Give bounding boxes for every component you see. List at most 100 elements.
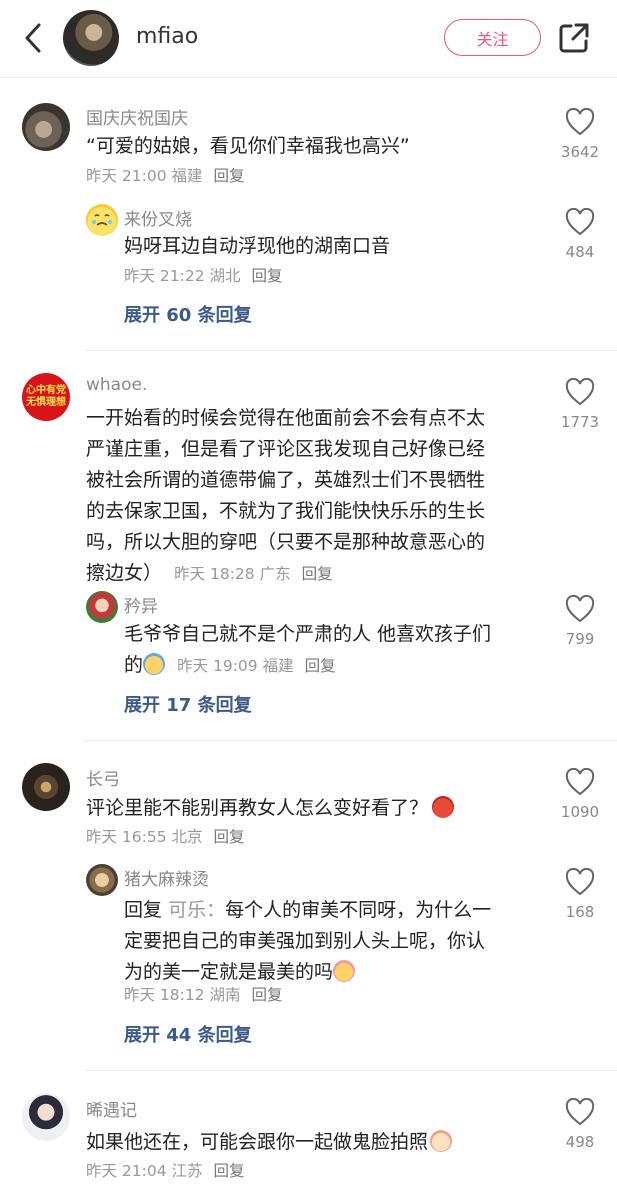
comment-time: 昨天 21:00 — [86, 167, 167, 185]
share-button[interactable] — [556, 20, 592, 56]
avatar-text: 无惧理想 — [26, 397, 66, 408]
reply-line: 毛爷爷自己就不是个严肃的人 他喜欢孩子们 — [124, 623, 492, 645]
like-count: 3642 — [560, 143, 600, 161]
replier-name[interactable]: 矜异 — [124, 592, 158, 617]
comment-line: 擦边女） — [86, 562, 163, 584]
reply-line: 定要把自己的审美强加到别人头上呢，你认 — [124, 930, 486, 952]
comment-line: 的去保家卫国，不就为了我们能快快乐乐的生长 — [86, 500, 486, 522]
like-button[interactable] — [560, 108, 600, 136]
reply-meta: 昨天 18:12 湖南 回复 — [124, 983, 283, 1005]
like-button[interactable] — [560, 768, 600, 796]
commenter-name[interactable]: 国庆庆祝国庆 — [86, 104, 188, 129]
like-button[interactable] — [560, 595, 600, 623]
comment-text[interactable]: 一开始看的时候会觉得在他面前会不会有点不太 严谨庄重，但是看了评论区我发现自己好… — [86, 403, 546, 590]
crying-face-icon — [92, 214, 112, 226]
commenter-avatar[interactable]: 心中有党 无惧理想 — [22, 373, 70, 421]
angry-face-icon — [432, 796, 455, 818]
replier-name[interactable]: 猪大麻辣烫 — [124, 865, 209, 890]
comment-text[interactable]: 如果他还在，可能会跟你一起做鬼脸拍照 — [86, 1127, 453, 1158]
comment-divider — [85, 740, 617, 741]
reply-meta: 昨天 21:22 湖北 回复 — [124, 264, 283, 286]
reply-location: 福建 — [262, 657, 294, 675]
like-count: 168 — [565, 903, 595, 921]
expand-replies-link[interactable]: 展开 44 条回复 — [124, 1021, 252, 1047]
reply-time: 昨天 21:22 — [124, 267, 205, 285]
author-name[interactable]: mfiao — [136, 24, 198, 49]
reply-text[interactable]: 回复 可乐：每个人的审美不同呀，为什么一 定要把自己的审美强加到别人头上呢，你认… — [124, 895, 544, 988]
comment-line: 如果他还在，可能会跟你一起做鬼脸拍照 — [86, 1131, 429, 1153]
like-button[interactable] — [560, 868, 600, 896]
reply-line: 回复 可乐：每个人的审美不同呀，为什么一 — [124, 895, 544, 926]
reply-location: 湖南 — [209, 986, 241, 1004]
expand-replies-link[interactable]: 展开 17 条回复 — [124, 691, 252, 717]
follow-button[interactable]: 关注 — [444, 19, 541, 56]
like-count: 484 — [565, 243, 595, 261]
reply-button[interactable]: 回复 — [214, 828, 245, 846]
commenter-name[interactable]: 晞遇记 — [86, 1096, 137, 1121]
reply-location: 湖北 — [209, 267, 241, 285]
comment-divider — [85, 350, 617, 351]
comment-divider — [85, 1070, 617, 1071]
like-count: 1090 — [560, 803, 600, 821]
like-button[interactable] — [560, 378, 600, 406]
reply-time: 昨天 19:09 — [177, 657, 258, 675]
crying-face-icon — [333, 960, 356, 982]
comment-location: 江苏 — [171, 1162, 203, 1180]
comment-line: 吗，所以大胆的穿吧（只要不是那种故意恶心的 — [86, 531, 486, 553]
comment-location: 北京 — [171, 828, 203, 846]
comment-line: 被社会所谓的道德带偏了，英雄烈士们不畏牺牲 — [86, 469, 486, 491]
like-button[interactable] — [560, 208, 600, 236]
reply-button[interactable]: 回复 — [252, 267, 283, 285]
replier-avatar[interactable] — [86, 591, 118, 623]
reply-button[interactable]: 回复 — [214, 1162, 245, 1180]
commenter-name[interactable]: 长弓 — [86, 765, 120, 790]
comment-text[interactable]: 评论里能不能别再教女人怎么变好看了？ — [86, 793, 455, 824]
comment-location: 福建 — [171, 167, 203, 185]
comment-meta: 昨天 18:28 广东 回复 — [174, 565, 333, 583]
comment-line: 严谨庄重，但是看了评论区我发现自己好像已经 — [86, 438, 486, 460]
commenter-name[interactable]: whaoe. — [86, 375, 147, 395]
reply-button[interactable]: 回复 — [252, 986, 283, 1004]
comment-meta: 昨天 16:55 北京 回复 — [86, 825, 245, 847]
reply-button[interactable]: 回复 — [302, 565, 333, 583]
reply-meta: 昨天 19:09 福建 回复 — [177, 657, 336, 675]
reply-time: 昨天 18:12 — [124, 986, 205, 1004]
commenter-avatar[interactable] — [22, 1093, 70, 1141]
comment-line: 评论里能不能别再教女人怎么变好看了？ — [86, 797, 429, 819]
comment-line: 一开始看的时候会觉得在他面前会不会有点不太 — [86, 407, 486, 429]
like-count: 1773 — [560, 413, 600, 431]
back-button[interactable] — [18, 22, 48, 54]
grimace-face-icon — [430, 1130, 453, 1152]
replier-avatar[interactable] — [86, 204, 118, 236]
expand-replies-link[interactable]: 展开 60 条回复 — [124, 301, 252, 327]
replier-name[interactable]: 来份叉烧 — [124, 205, 192, 230]
reply-target[interactable]: 可乐： — [168, 899, 225, 921]
replier-avatar[interactable] — [86, 864, 118, 896]
comment-time: 昨天 16:55 — [86, 828, 167, 846]
avatar-text: 心中有党 — [26, 385, 66, 396]
heart-icon — [565, 768, 595, 796]
author-avatar[interactable] — [63, 10, 119, 66]
comment-time: 昨天 18:28 — [174, 565, 255, 583]
reply-prefix: 回复 — [124, 899, 163, 921]
heart-icon — [565, 868, 595, 896]
share-icon — [559, 23, 589, 53]
reply-text[interactable]: 妈呀耳边自动浮现他的湖南口音 — [124, 231, 390, 262]
commenter-avatar[interactable] — [22, 763, 70, 811]
like-count: 498 — [565, 1133, 595, 1151]
like-button[interactable] — [560, 1098, 600, 1126]
like-count: 799 — [565, 630, 595, 648]
reply-button[interactable]: 回复 — [305, 657, 336, 675]
reply-button[interactable]: 回复 — [214, 167, 245, 185]
reply-line: 为的美一定就是最美的吗 — [124, 961, 334, 983]
reply-text[interactable]: 毛爷爷自己就不是个严肃的人 他喜欢孩子们 的 昨天 19:09 福建 回复 — [124, 619, 544, 682]
heart-icon — [565, 1098, 595, 1126]
reply-line-last: 的 昨天 19:09 福建 回复 — [124, 650, 544, 682]
comment-line-last: 擦边女） 昨天 18:28 广东 回复 — [86, 558, 546, 590]
comment-text[interactable]: “可爱的姑娘，看见你们幸福我也高兴” — [86, 131, 410, 162]
commenter-avatar[interactable] — [22, 103, 70, 151]
laughing-emoji-icon — [143, 653, 166, 675]
heart-icon — [565, 595, 595, 623]
reply-line: 的 — [124, 654, 144, 676]
comment-meta: 昨天 21:00 福建 回复 — [86, 164, 245, 186]
